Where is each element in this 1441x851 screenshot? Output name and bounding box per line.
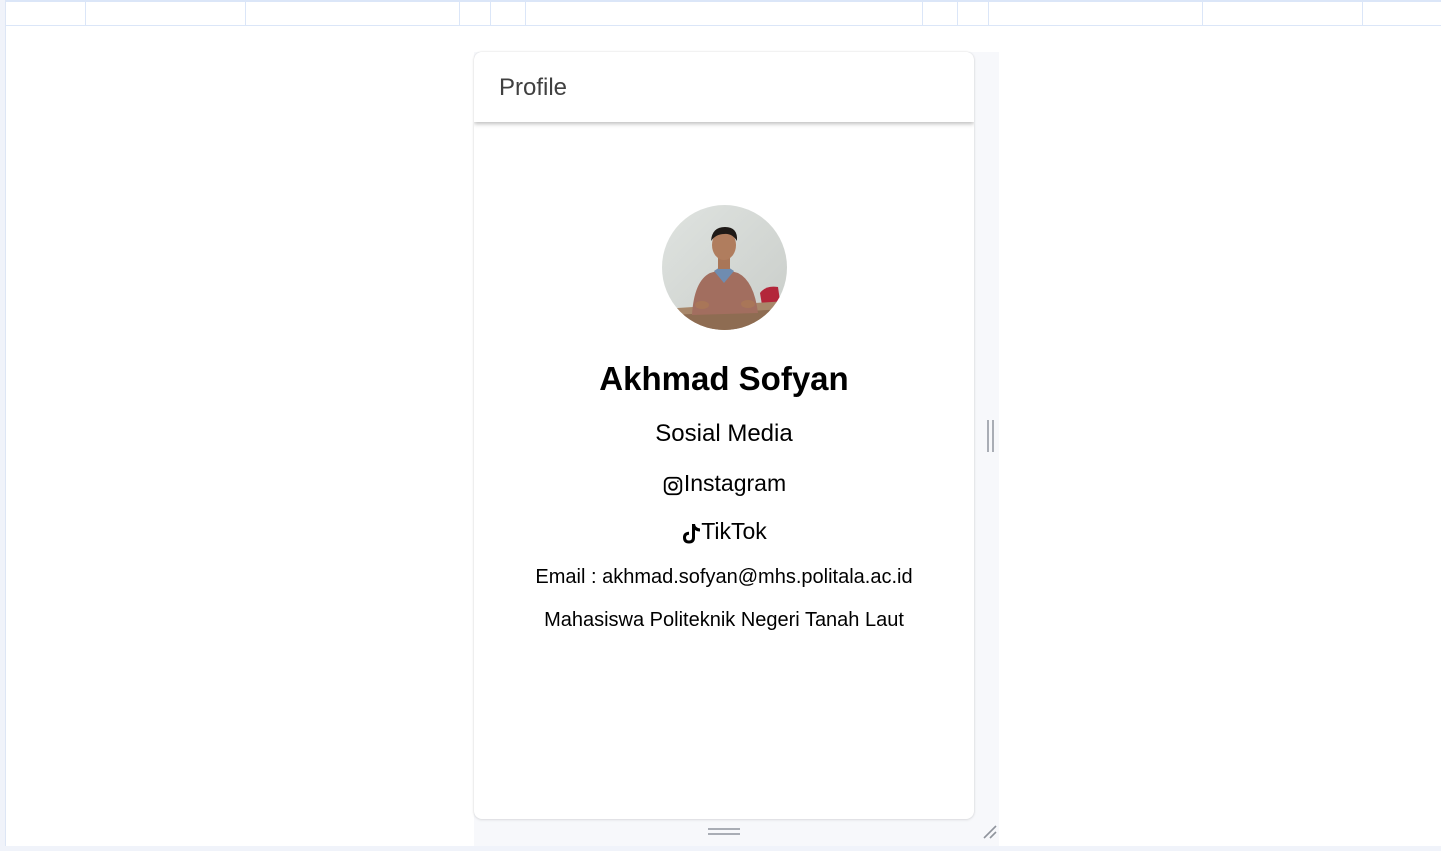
page-title: Profile: [499, 74, 568, 101]
responsive-breakpoint-ruler[interactable]: [6, 0, 1441, 26]
profile-name: Akhmad Sofyan: [599, 360, 849, 397]
avatar: [662, 205, 787, 330]
tiktok-label: TikTok: [701, 518, 767, 544]
instagram-link[interactable]: Instagram: [474, 470, 974, 497]
social-media-heading: Sosial Media: [655, 420, 793, 447]
instagram-label: Instagram: [683, 470, 787, 496]
ruler-tick[interactable]: [245, 2, 246, 26]
ruler-tick[interactable]: [957, 2, 958, 26]
resize-handle-bottom[interactable]: [708, 828, 740, 836]
avatar-photo: [662, 205, 787, 330]
profile-card: Profile Akhmad Sofyan Sosial Media Insta…: [474, 52, 974, 819]
preview-viewport: Profile Akhmad Sofyan Sosial Media Insta…: [5, 0, 1441, 846]
tiktok-icon: [681, 523, 701, 545]
resize-corner-icon[interactable]: [982, 824, 998, 840]
ruler-tick[interactable]: [1202, 2, 1203, 26]
profile-content: Akhmad Sofyan Sosial Media Instagram Tik…: [474, 122, 974, 819]
ruler-tick[interactable]: [490, 2, 491, 26]
toolbar: Profile: [474, 52, 974, 122]
ruler-tick[interactable]: [85, 2, 86, 26]
ruler-tick[interactable]: [525, 2, 526, 26]
ruler-tick[interactable]: [1362, 2, 1363, 26]
instagram-icon: [662, 475, 684, 497]
tiktok-link[interactable]: TikTok: [474, 518, 974, 545]
device-frame: Profile Akhmad Sofyan Sosial Media Insta…: [474, 52, 999, 846]
ruler-tick[interactable]: [988, 2, 989, 26]
profile-description: Mahasiswa Politeknik Negeri Tanah Laut: [544, 609, 904, 631]
ruler-tick[interactable]: [459, 2, 460, 26]
ruler-tick[interactable]: [922, 2, 923, 26]
resize-handle-right[interactable]: [987, 420, 994, 452]
email-text: Email : akhmad.sofyan@mhs.politala.ac.id: [535, 566, 913, 588]
